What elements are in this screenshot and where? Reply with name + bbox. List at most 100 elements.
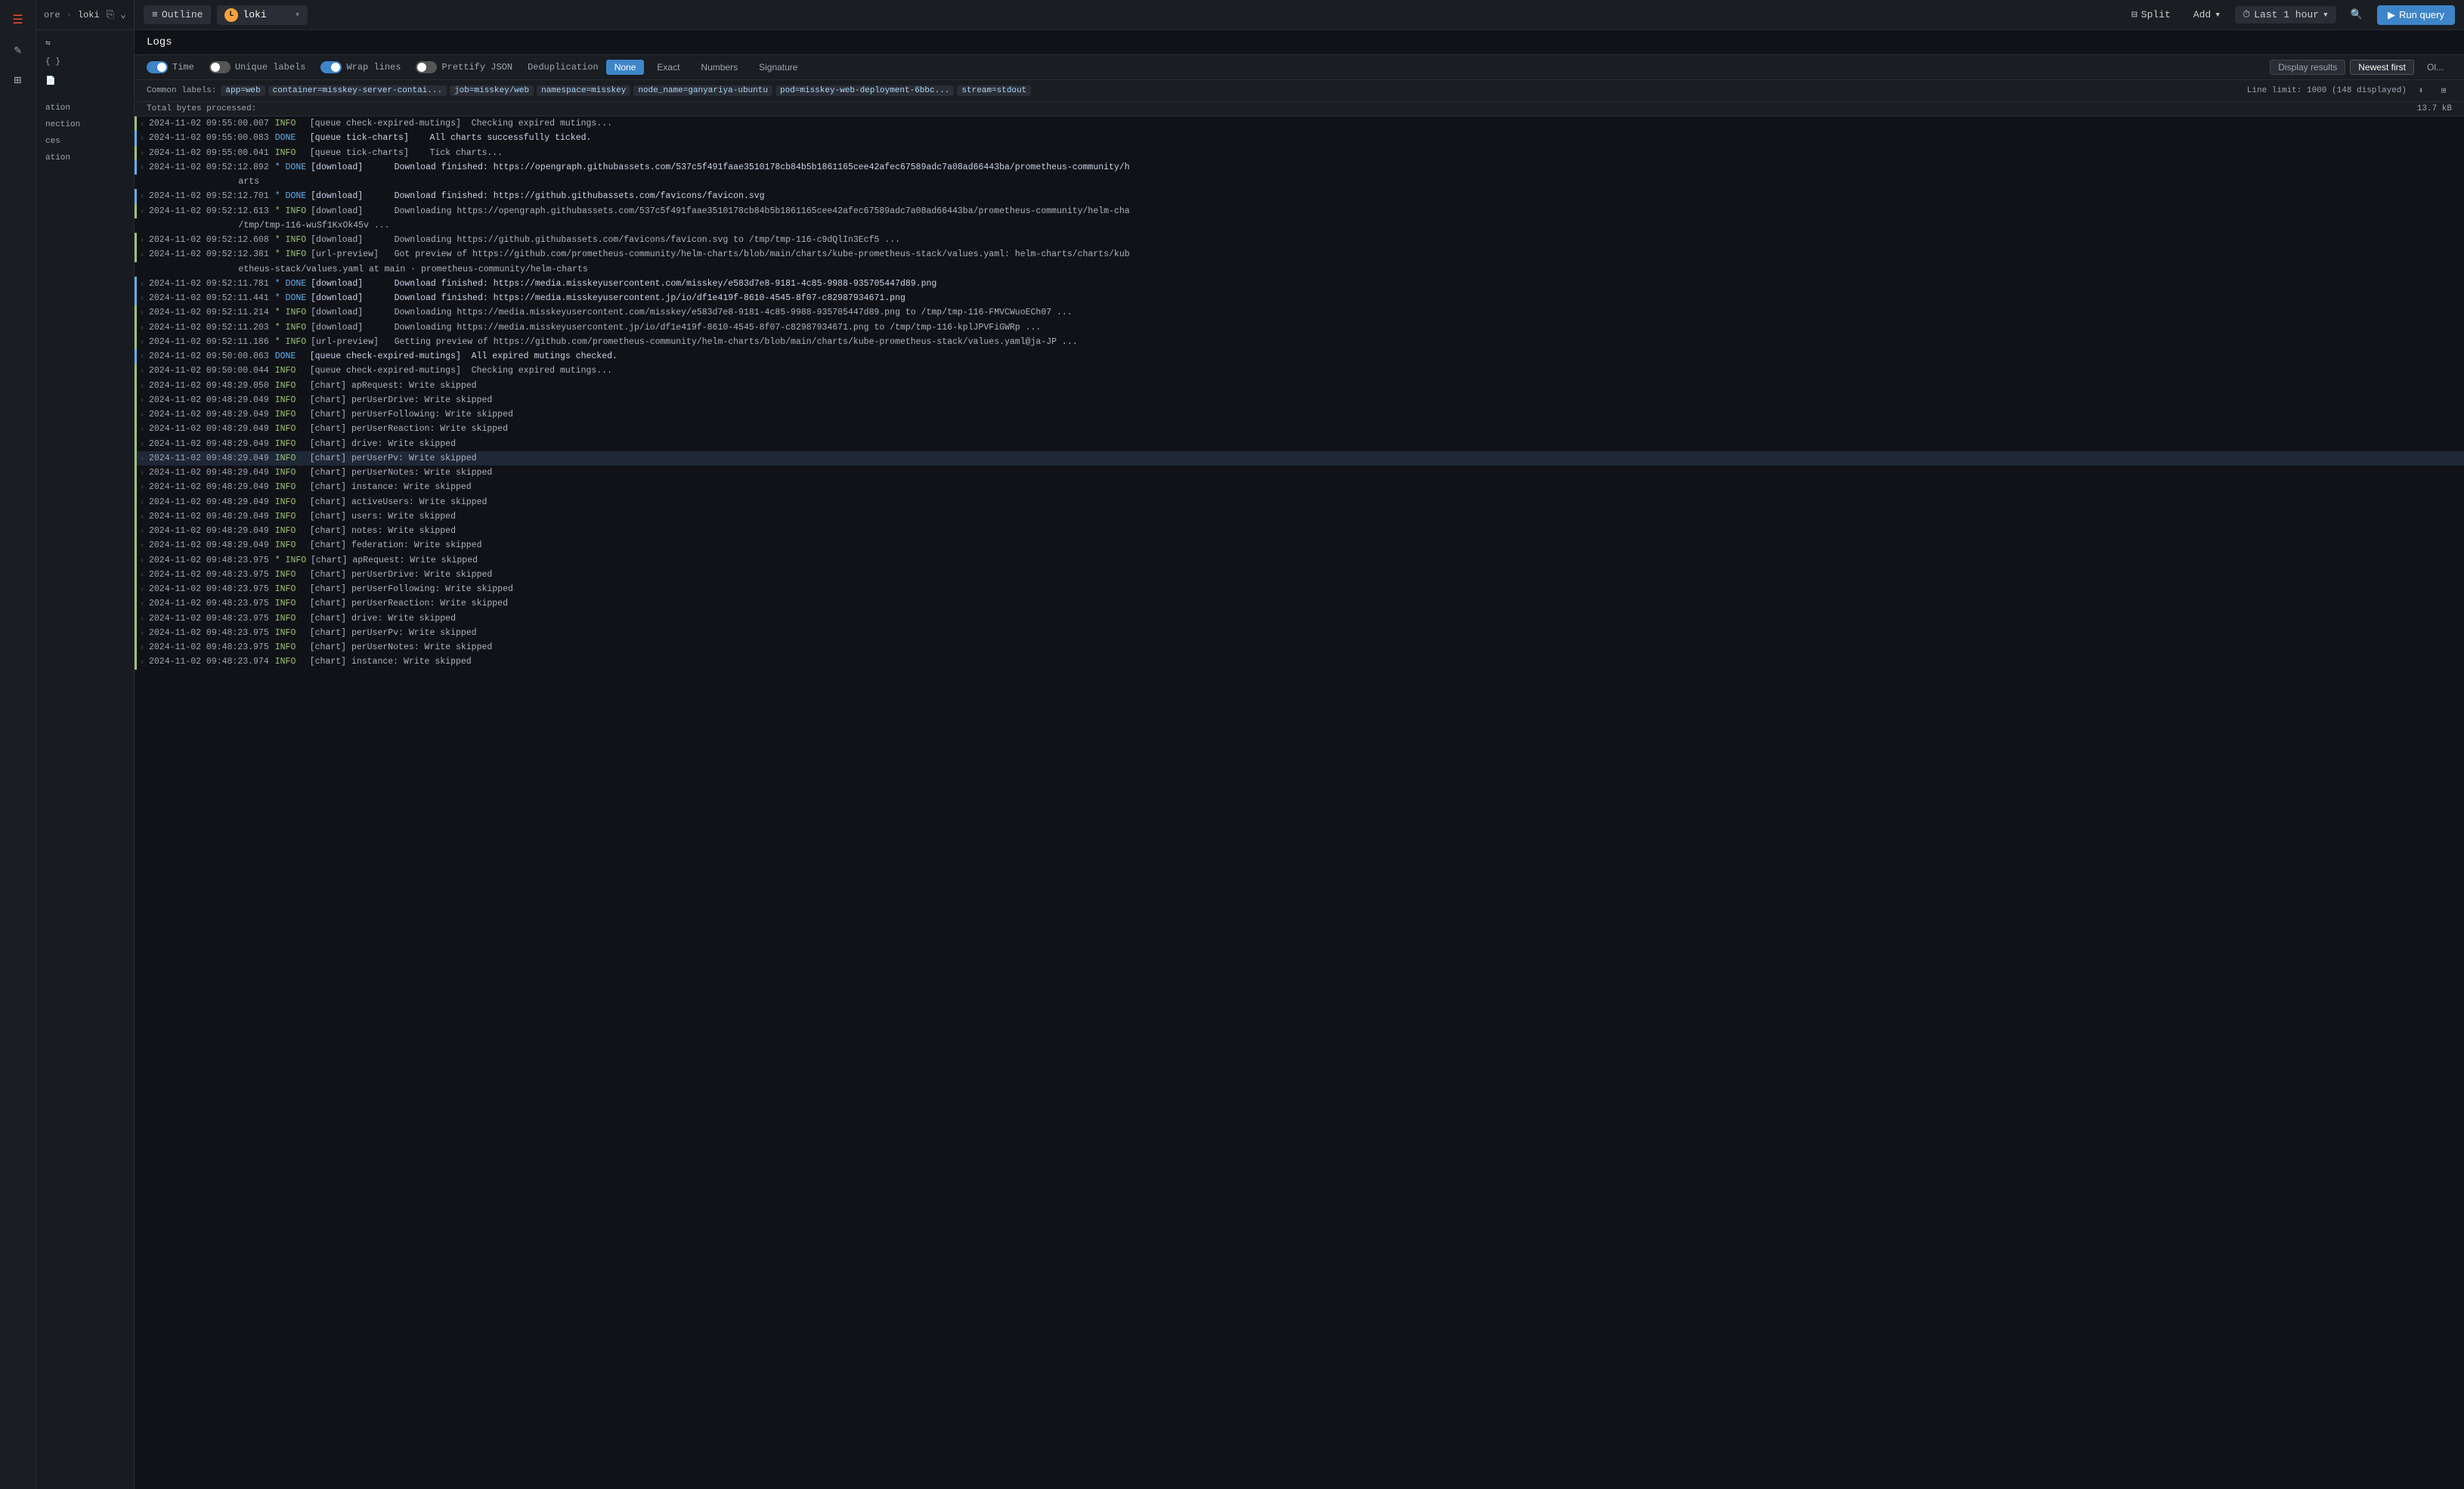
chevron-down-icon[interactable]: ⌄ <box>120 9 126 20</box>
log-line[interactable]: ›2024-11-02 09:52:11.186* INFO[url-previ… <box>135 335 2464 349</box>
zoom-out-btn[interactable]: 🔍 <box>2342 5 2371 24</box>
log-line[interactable]: ›2024-11-02 09:48:29.049 INFO[chart] act… <box>135 495 2464 509</box>
prettify-json-toggle[interactable] <box>416 61 437 73</box>
dedup-exact-btn[interactable]: Exact <box>649 60 688 75</box>
log-line[interactable]: ›2024-11-02 09:48:29.049 INFO[chart] per… <box>135 422 2464 436</box>
copy-icon[interactable]: ⊞ <box>2435 82 2452 99</box>
log-line[interactable]: ›2024-11-02 09:48:23.975 INFO[chart] dri… <box>135 611 2464 626</box>
expand-arrow[interactable]: › <box>137 336 149 348</box>
log-line[interactable]: ›2024-11-02 09:52:12.608* INFO[download]… <box>135 233 2464 247</box>
sidebar-doc-icon[interactable]: 📄 <box>36 71 134 91</box>
sidebar-code-icon[interactable]: { } <box>36 53 134 71</box>
log-line[interactable]: ›2024-11-02 09:55:00.083 DONE[queue tick… <box>135 131 2464 145</box>
expand-arrow[interactable]: › <box>137 554 149 567</box>
log-line[interactable]: ›2024-11-02 09:52:11.214* INFO[download]… <box>135 305 2464 320</box>
wrap-lines-toggle[interactable] <box>320 61 342 73</box>
log-line[interactable]: arts <box>135 175 2464 189</box>
expand-arrow[interactable]: › <box>137 568 149 581</box>
log-line[interactable]: ›2024-11-02 09:48:23.974 INFO[chart] ins… <box>135 655 2464 669</box>
log-line[interactable]: ›2024-11-02 09:52:12.381* INFO[url-previ… <box>135 247 2464 262</box>
display-results-btn[interactable]: Display results <box>2270 60 2345 75</box>
time-toggle[interactable] <box>147 61 168 73</box>
log-line[interactable]: ›2024-11-02 09:55:00.041 INFO[queue tick… <box>135 146 2464 160</box>
expand-arrow[interactable]: › <box>137 612 149 625</box>
log-line[interactable]: ›2024-11-02 09:48:29.049 INFO[chart] per… <box>135 451 2464 466</box>
expand-arrow[interactable]: › <box>137 292 149 305</box>
menu-icon[interactable]: ☰ <box>5 6 32 33</box>
edit-icon[interactable]: ✎ <box>5 36 32 63</box>
expand-arrow[interactable]: › <box>137 117 149 130</box>
expand-arrow[interactable]: › <box>137 466 149 479</box>
expand-arrow[interactable] <box>137 263 149 265</box>
expand-arrow[interactable]: › <box>137 438 149 450</box>
download-icon[interactable]: ⬇ <box>2413 82 2429 99</box>
datasource-selector[interactable]: L loki ▾ <box>217 5 308 25</box>
run-query-btn[interactable]: ▶ Run query <box>2377 5 2455 25</box>
newest-first-btn[interactable]: Newest first <box>2350 60 2414 75</box>
expand-arrow[interactable]: › <box>137 583 149 596</box>
log-line[interactable]: ›2024-11-02 09:48:23.975 INFO[chart] per… <box>135 582 2464 596</box>
add-btn[interactable]: Add ▾ <box>2185 5 2229 24</box>
log-line[interactable]: ›2024-11-02 09:48:29.049 INFO[chart] not… <box>135 524 2464 538</box>
expand-arrow[interactable]: › <box>137 277 149 290</box>
log-line[interactable]: ›2024-11-02 09:48:23.975 INFO[chart] per… <box>135 596 2464 611</box>
expand-arrow[interactable]: › <box>137 350 149 363</box>
expand-arrow[interactable]: › <box>137 306 149 319</box>
log-line[interactable]: ›2024-11-02 09:52:12.892* DONE[download]… <box>135 160 2464 175</box>
sidebar-item-2[interactable]: ces <box>36 133 134 150</box>
dedup-signature-btn[interactable]: Signature <box>751 60 806 75</box>
expand-arrow[interactable]: › <box>137 132 149 144</box>
log-line[interactable]: ›2024-11-02 09:52:12.613* INFO[download]… <box>135 204 2464 218</box>
oldest-btn[interactable]: Ol... <box>2419 60 2452 75</box>
expand-arrow[interactable]: › <box>137 539 149 552</box>
log-line[interactable]: ›2024-11-02 09:48:29.049 INFO[chart] per… <box>135 466 2464 480</box>
log-line[interactable]: ›2024-11-02 09:50:00.063 DONE[queue chec… <box>135 349 2464 364</box>
expand-arrow[interactable]: › <box>137 234 149 246</box>
image-icon[interactable]: ⊞ <box>5 67 32 94</box>
expand-arrow[interactable]: › <box>137 147 149 159</box>
log-line[interactable]: ›2024-11-02 09:52:11.781* DONE[download]… <box>135 277 2464 291</box>
sidebar-item-1[interactable]: nection <box>36 116 134 133</box>
sidebar-item-0[interactable]: ation <box>36 100 134 116</box>
outline-btn[interactable]: ≡ Outline <box>144 5 211 24</box>
log-line[interactable]: ›2024-11-02 09:52:12.701* DONE[download]… <box>135 189 2464 203</box>
expand-arrow[interactable]: › <box>137 627 149 639</box>
sidebar-toggle-btn[interactable]: ⇆ <box>36 33 134 53</box>
log-line[interactable]: ›2024-11-02 09:48:23.975* INFO[chart] ap… <box>135 553 2464 568</box>
log-line[interactable]: ›2024-11-02 09:52:11.441* DONE[download]… <box>135 291 2464 305</box>
expand-arrow[interactable]: › <box>137 452 149 465</box>
log-line[interactable]: etheus-stack/values.yaml at main · prome… <box>135 262 2464 277</box>
expand-arrow[interactable]: › <box>137 641 149 654</box>
log-line[interactable]: /tmp/tmp-116-wuSf1KxOk45v ... <box>135 218 2464 233</box>
log-line[interactable]: ›2024-11-02 09:50:00.044 INFO[queue chec… <box>135 364 2464 378</box>
log-line[interactable]: ›2024-11-02 09:48:23.975 INFO[chart] per… <box>135 626 2464 640</box>
log-container[interactable]: ›2024-11-02 09:55:00.007 INFO[queue chec… <box>135 116 2464 1489</box>
expand-arrow[interactable] <box>137 219 149 221</box>
expand-arrow[interactable]: › <box>137 423 149 435</box>
expand-arrow[interactable]: › <box>137 379 149 392</box>
log-line[interactable]: ›2024-11-02 09:55:00.007 INFO[queue chec… <box>135 116 2464 131</box>
log-line[interactable]: ›2024-11-02 09:48:29.049 INFO[chart] per… <box>135 393 2464 407</box>
dedup-none-btn[interactable]: None <box>606 60 645 75</box>
dedup-numbers-btn[interactable]: Numbers <box>692 60 746 75</box>
log-line[interactable]: ›2024-11-02 09:48:29.050 INFO[chart] apR… <box>135 379 2464 393</box>
log-line[interactable]: ›2024-11-02 09:48:29.049 INFO[chart] dri… <box>135 437 2464 451</box>
log-line[interactable]: ›2024-11-02 09:48:29.049 INFO[chart] use… <box>135 509 2464 524</box>
log-line[interactable]: ›2024-11-02 09:52:11.203* INFO[download]… <box>135 320 2464 335</box>
expand-arrow[interactable]: › <box>137 364 149 377</box>
expand-arrow[interactable]: › <box>137 496 149 509</box>
expand-arrow[interactable]: › <box>137 161 149 174</box>
log-line[interactable]: ›2024-11-02 09:48:29.049 INFO[chart] ins… <box>135 480 2464 494</box>
expand-arrow[interactable]: › <box>137 394 149 407</box>
split-btn[interactable]: ⊟ Split <box>2123 5 2179 24</box>
expand-arrow[interactable] <box>137 175 149 177</box>
time-picker-btn[interactable]: ⏱ Last 1 hour ▾ <box>2235 6 2336 23</box>
expand-arrow[interactable]: › <box>137 248 149 261</box>
unique-labels-toggle[interactable] <box>209 61 231 73</box>
log-line[interactable]: ›2024-11-02 09:48:23.975 INFO[chart] per… <box>135 640 2464 655</box>
expand-arrow[interactable]: › <box>137 190 149 203</box>
expand-arrow[interactable]: › <box>137 408 149 421</box>
expand-arrow[interactable]: › <box>137 205 149 218</box>
log-line[interactable]: ›2024-11-02 09:48:29.049 INFO[chart] per… <box>135 407 2464 422</box>
expand-arrow[interactable]: › <box>137 525 149 537</box>
